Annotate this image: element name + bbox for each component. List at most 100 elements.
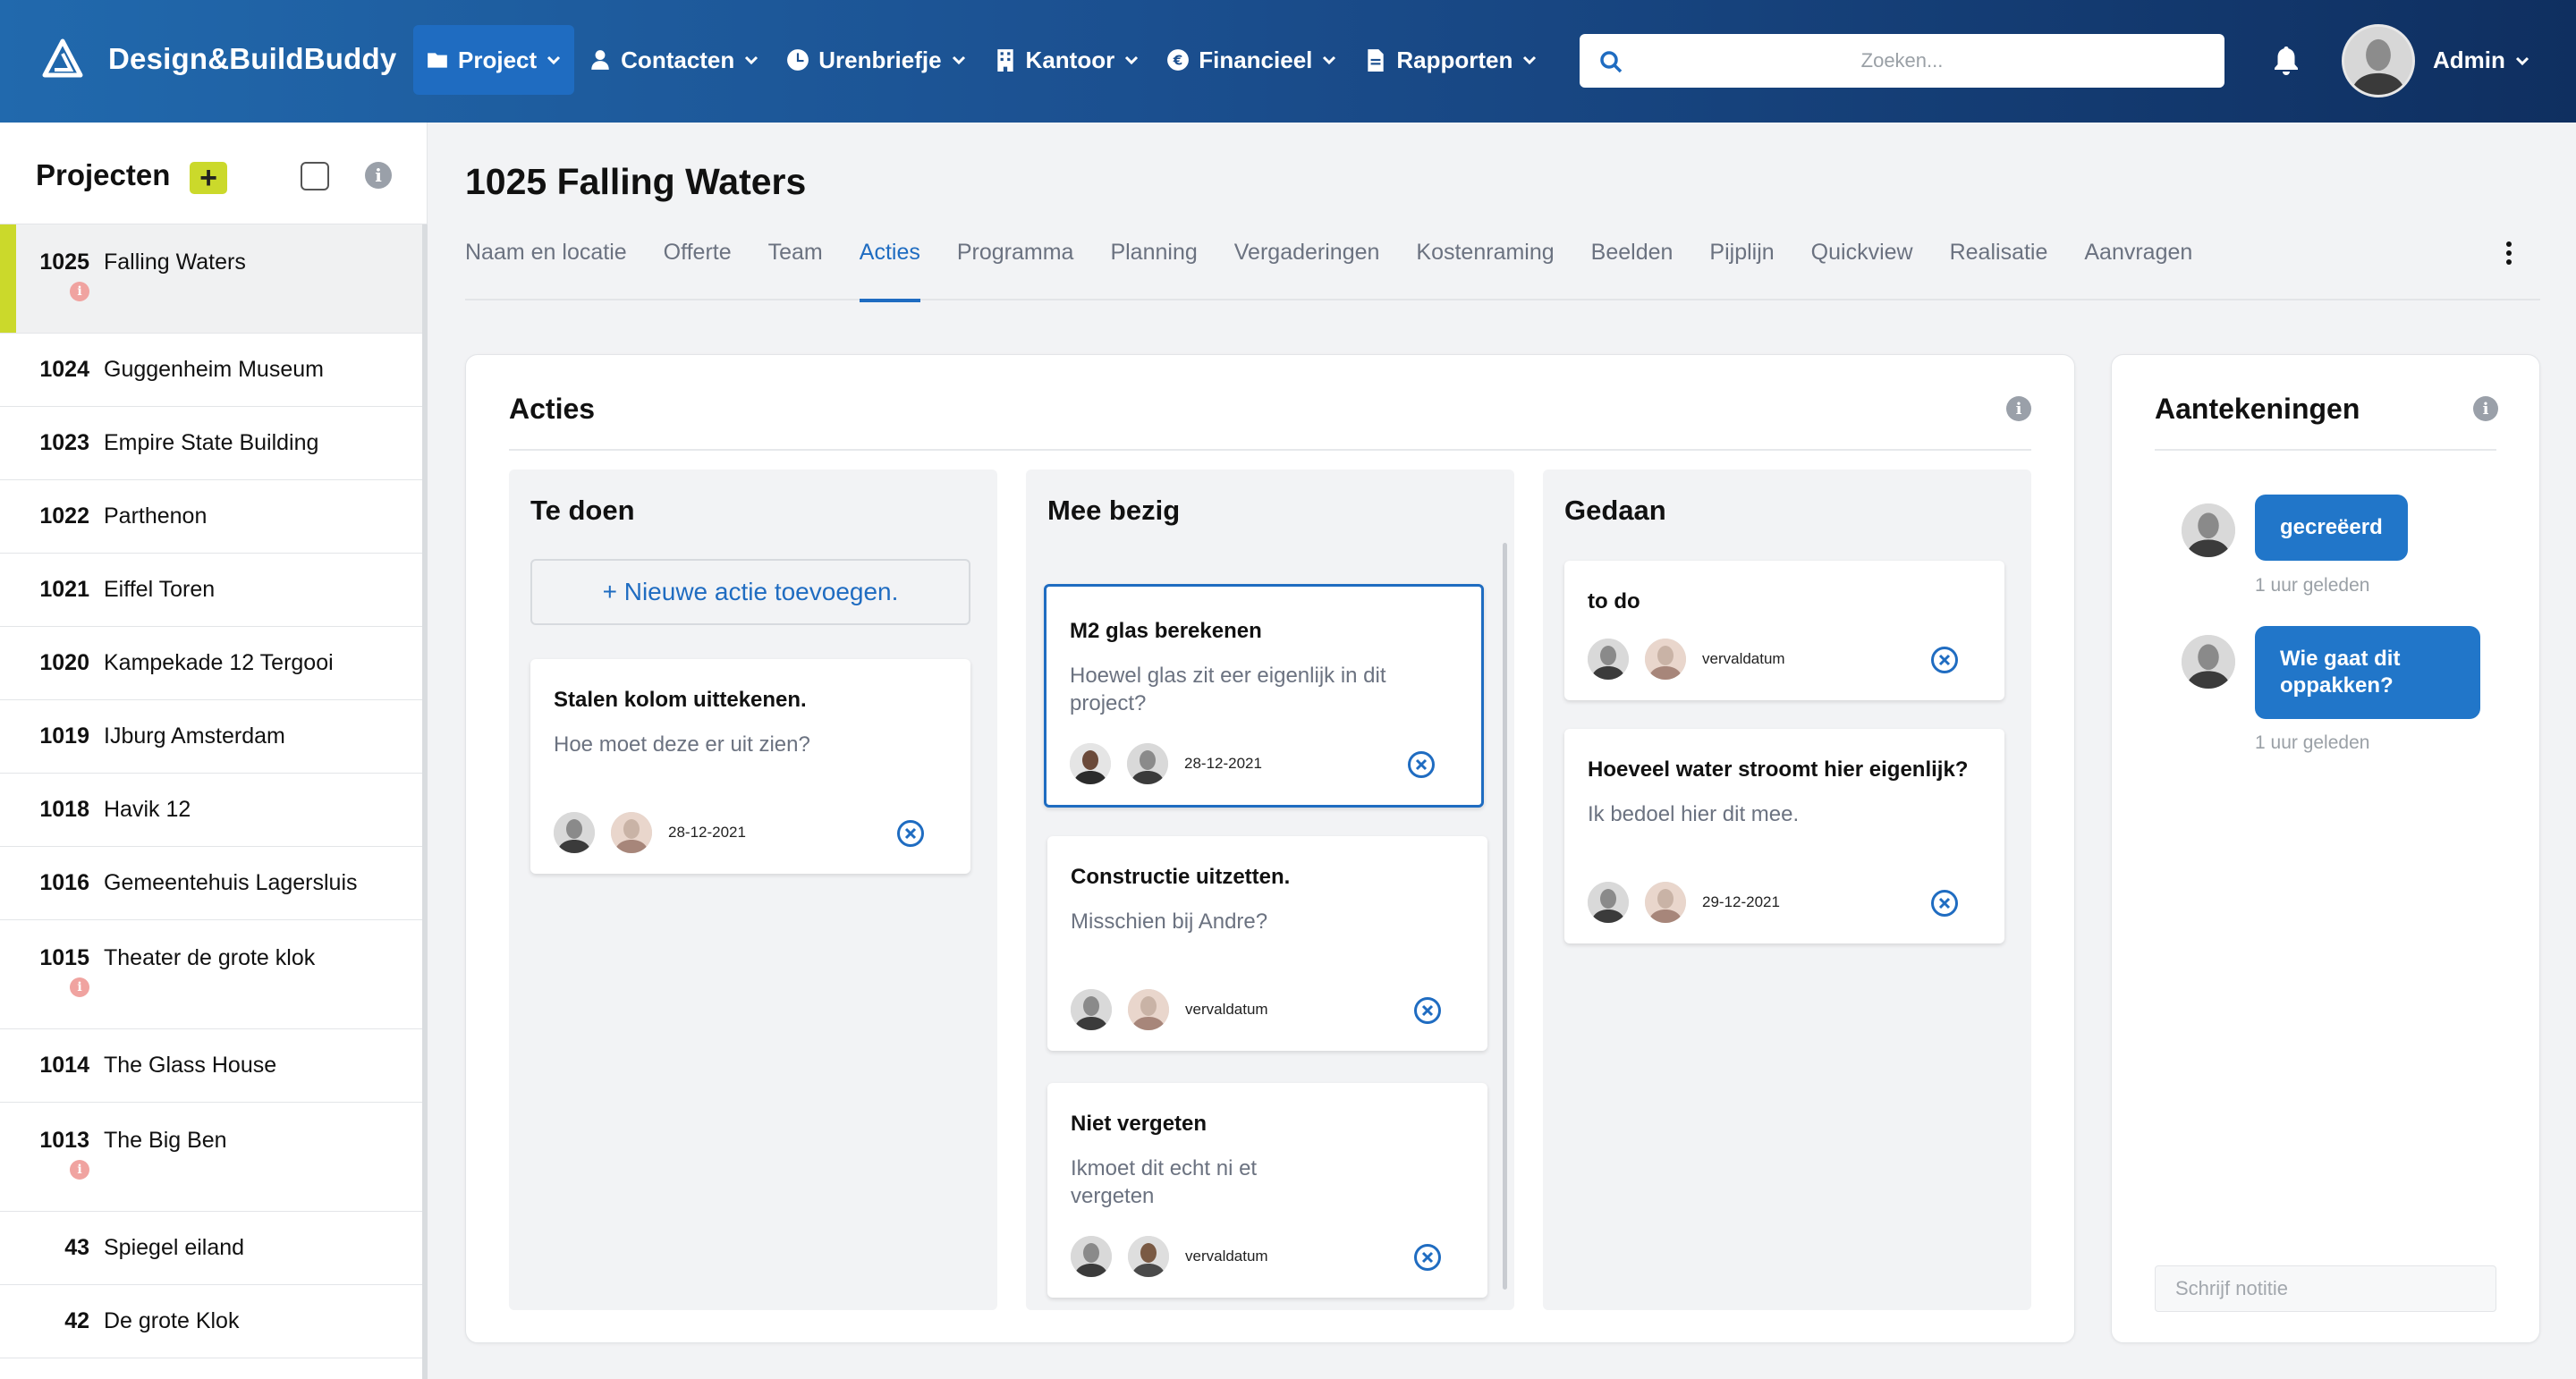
project-item[interactable]: 1021 Eiffel Toren bbox=[0, 554, 427, 627]
bell-icon[interactable] bbox=[2272, 45, 2301, 75]
tab-vergaderingen[interactable]: Vergaderingen bbox=[1234, 234, 1380, 300]
project-item[interactable]: 1014 The Glass House bbox=[0, 1029, 427, 1103]
project-number: 1024 bbox=[39, 357, 89, 382]
add-project-button[interactable]: + bbox=[190, 162, 227, 194]
user-avatar[interactable] bbox=[2342, 24, 2415, 97]
task-title: M2 glas berekenen bbox=[1070, 619, 1262, 643]
avatar bbox=[1070, 743, 1111, 784]
tab-acties[interactable]: Acties bbox=[859, 234, 920, 302]
project-item[interactable]: 1020 Kampekade 12 Tergooi bbox=[0, 627, 427, 700]
select-all-checkbox[interactable] bbox=[301, 162, 329, 190]
project-item[interactable]: 1025 Falling Waters i bbox=[0, 224, 427, 334]
document-icon bbox=[1368, 49, 1385, 72]
info-icon[interactable]: i bbox=[2006, 396, 2031, 421]
avatar bbox=[1588, 639, 1629, 680]
project-name: Theater de grote klok bbox=[104, 945, 316, 970]
tab-pijplijn[interactable]: Pijplijn bbox=[1709, 234, 1774, 300]
remove-task-button[interactable] bbox=[1414, 997, 1441, 1024]
project-item[interactable]: 1024 Guggenheim Museum bbox=[0, 334, 427, 407]
task-card[interactable]: to do vervaldatum bbox=[1564, 561, 2004, 700]
tab-realisatie[interactable]: Realisatie bbox=[1950, 234, 2048, 300]
sidebar-scrollbar[interactable] bbox=[422, 224, 428, 1379]
nav-rapporten-label: Rapporten bbox=[1396, 46, 1513, 73]
task-due-date: vervaldatum bbox=[1185, 1248, 1268, 1265]
column-title: Gedaan bbox=[1564, 495, 1666, 526]
avatar bbox=[1071, 1236, 1112, 1277]
avatar bbox=[1645, 882, 1686, 923]
project-item[interactable]: 1023 Empire State Building bbox=[0, 407, 427, 480]
avatar bbox=[1127, 743, 1168, 784]
project-item[interactable]: 1013 The Big Ben i bbox=[0, 1103, 427, 1212]
project-item[interactable]: 1015 Theater de grote klok i bbox=[0, 920, 427, 1029]
remove-task-button[interactable] bbox=[1931, 890, 1958, 917]
app-brand[interactable]: Design&BuildBuddy bbox=[108, 42, 396, 76]
close-icon bbox=[1938, 897, 1951, 909]
task-card[interactable]: Hoeveel water stroomt hier eigenlijk? Ik… bbox=[1564, 729, 2004, 943]
task-due-date: 29-12-2021 bbox=[1702, 893, 1780, 910]
user-menu[interactable]: Admin bbox=[2433, 47, 2530, 74]
user-photo bbox=[2344, 27, 2412, 95]
logo-icon[interactable] bbox=[41, 38, 84, 80]
task-card[interactable]: Constructie uitzetten. Misschien bij And… bbox=[1047, 836, 1487, 1051]
task-description: Ikmoet dit echt ni et vergeten bbox=[1071, 1156, 1258, 1208]
project-name: Guggenheim Museum bbox=[104, 357, 324, 382]
alert-icon: i bbox=[70, 282, 89, 301]
project-item[interactable]: 1018 Havik 12 bbox=[0, 774, 427, 847]
search-input[interactable] bbox=[1580, 34, 2224, 88]
project-item[interactable]: 42 De grote Klok bbox=[0, 1285, 427, 1358]
nav-contacten-label: Contacten bbox=[621, 46, 735, 73]
nav-urenbriefje[interactable]: Urenbriefje bbox=[774, 25, 979, 95]
nav-rapporten[interactable]: Rapporten bbox=[1352, 25, 1550, 95]
chevron-down-icon bbox=[952, 55, 965, 65]
new-action-button[interactable]: + Nieuwe actie toevoegen. bbox=[530, 559, 970, 625]
avatar bbox=[1588, 882, 1629, 923]
nav-contacten[interactable]: Contacten bbox=[576, 25, 772, 95]
chevron-down-icon bbox=[1323, 55, 1336, 65]
projects-sidebar: Projecten + i 1025 Falling Waters i 1024 Gug… bbox=[0, 123, 428, 1379]
nav-financieel[interactable]: € Financieel bbox=[1154, 25, 1350, 95]
project-item[interactable]: 43 Spiegel eiland bbox=[0, 1212, 427, 1285]
column-scrollbar[interactable] bbox=[1503, 543, 1507, 1290]
alert-icon: i bbox=[70, 977, 89, 997]
tab-kostenraming[interactable]: Kostenraming bbox=[1416, 234, 1554, 300]
nav-kantoor[interactable]: Kantoor bbox=[981, 25, 1153, 95]
avatar bbox=[611, 812, 652, 853]
tab-planning[interactable]: Planning bbox=[1110, 234, 1197, 300]
tab-naam-en-locatie[interactable]: Naam en locatie bbox=[465, 234, 627, 300]
tab-offerte[interactable]: Offerte bbox=[664, 234, 732, 300]
project-item[interactable]: 1019 IJburg Amsterdam bbox=[0, 700, 427, 774]
info-icon[interactable]: i bbox=[2473, 396, 2498, 421]
remove-task-button[interactable] bbox=[1931, 647, 1958, 673]
note-item: gecreëerd bbox=[2182, 495, 2408, 561]
project-number: 1021 bbox=[39, 577, 89, 602]
task-title: Constructie uitzetten. bbox=[1071, 865, 1291, 889]
task-footer: vervaldatum bbox=[1071, 988, 1464, 1031]
project-item[interactable]: 1022 Parthenon bbox=[0, 480, 427, 554]
search-icon bbox=[1600, 51, 1623, 73]
tab-quickview[interactable]: Quickview bbox=[1811, 234, 1913, 300]
remove-task-button[interactable] bbox=[897, 820, 924, 847]
remove-task-button[interactable] bbox=[1414, 1244, 1441, 1271]
project-item[interactable]: 1016 Gemeentehuis Lagersluis bbox=[0, 847, 427, 920]
task-card-selected[interactable]: M2 glas berekenen Hoewel glas zit eer ei… bbox=[1044, 584, 1484, 808]
column-te-doen: Te doen + Nieuwe actie toevoegen. Stalen… bbox=[509, 470, 997, 1310]
tab-beelden[interactable]: Beelden bbox=[1591, 234, 1674, 300]
project-list: 1025 Falling Waters i 1024 Guggenheim Museum… bbox=[0, 224, 427, 1358]
avatar bbox=[2182, 503, 2235, 557]
nav-project[interactable]: Project bbox=[413, 25, 575, 95]
note-item: Wie gaat dit oppakken? bbox=[2182, 626, 2480, 719]
tab-programma[interactable]: Programma bbox=[957, 234, 1074, 300]
task-card[interactable]: Stalen kolom uittekenen. Hoe moet deze e… bbox=[530, 659, 970, 874]
task-card[interactable]: Niet vergeten Ikmoet dit echt ni et verg… bbox=[1047, 1083, 1487, 1298]
info-icon[interactable]: i bbox=[365, 162, 392, 189]
avatar bbox=[1071, 989, 1112, 1030]
tab-team[interactable]: Team bbox=[768, 234, 823, 300]
note-input[interactable] bbox=[2155, 1265, 2496, 1312]
more-options-icon[interactable] bbox=[2496, 240, 2522, 266]
folder-icon bbox=[428, 53, 447, 68]
task-footer: vervaldatum bbox=[1588, 638, 1981, 681]
project-number: 1022 bbox=[39, 503, 89, 529]
project-number: 1019 bbox=[39, 723, 89, 749]
tab-aanvragen[interactable]: Aanvragen bbox=[2084, 234, 2192, 300]
remove-task-button[interactable] bbox=[1408, 751, 1435, 778]
